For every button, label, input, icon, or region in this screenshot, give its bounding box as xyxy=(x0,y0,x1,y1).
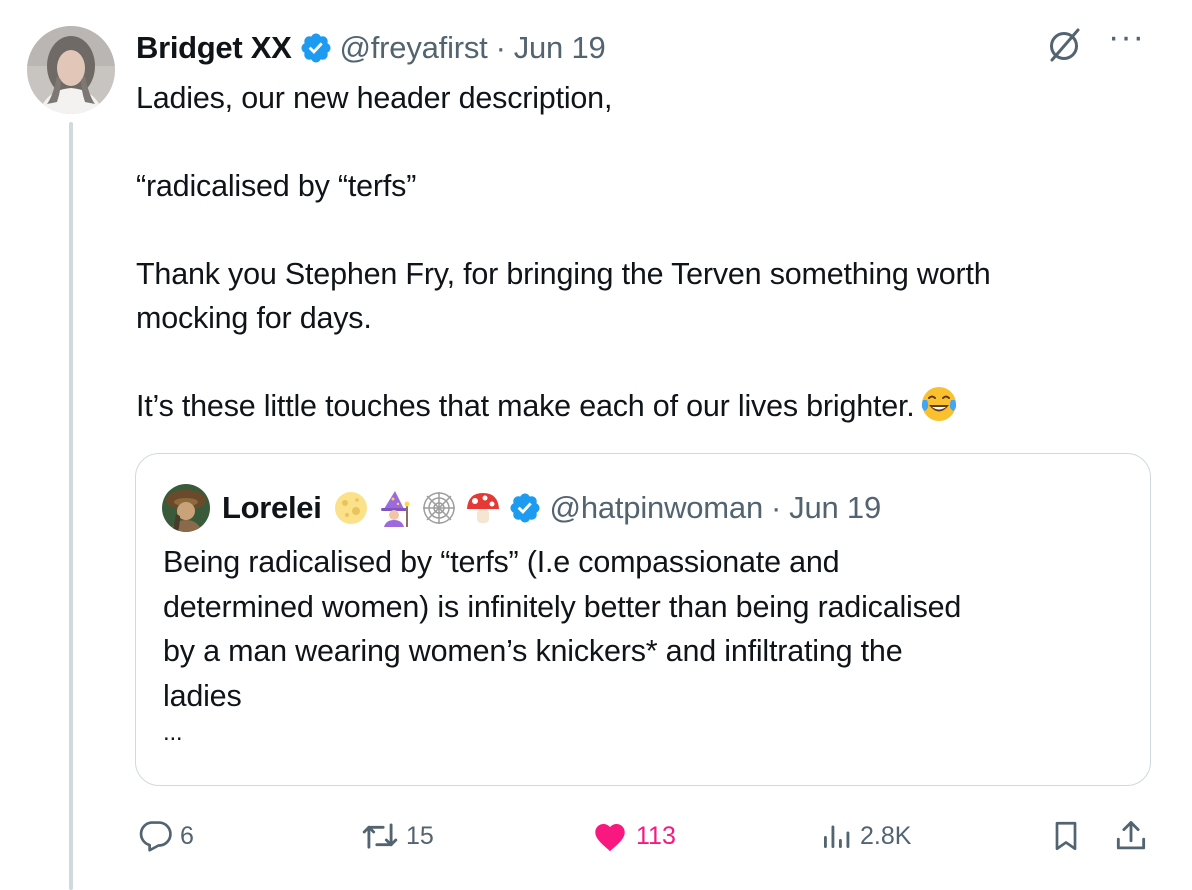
quoted-author-handle[interactable]: @hatpinwoman xyxy=(550,490,764,526)
mushroom-emoji-icon xyxy=(466,493,499,523)
analytics-icon xyxy=(824,825,850,848)
views-button[interactable]: 2.8K xyxy=(818,814,911,858)
share-icon xyxy=(1116,821,1146,850)
reply-button[interactable]: 6 xyxy=(136,814,194,858)
like-button[interactable]: 113 xyxy=(590,814,676,858)
like-count: 113 xyxy=(636,821,676,850)
repost-button[interactable]: 15 xyxy=(360,814,434,858)
header-separator: · xyxy=(495,30,506,65)
repost-count: 15 xyxy=(406,821,434,850)
tweet-line: Thank you Stephen Fry, for bringing the … xyxy=(136,257,991,291)
quoted-tweet-date[interactable]: Jun 19 xyxy=(789,490,881,526)
bookmark-icon xyxy=(1055,821,1077,851)
share-button[interactable] xyxy=(1112,814,1150,858)
tweet-line: “radicalised by “terfs” xyxy=(136,169,417,203)
reply-icon xyxy=(139,821,172,852)
quoted-tweet-text: Being radicalised by “terfs” (I.e compas… xyxy=(163,540,1133,748)
tweet-action-bar: 6 15 113 2.8K xyxy=(136,814,1151,858)
quoted-tweet-card[interactable]: Lorelei @hatpinwoman · Jun 19 Being radi… xyxy=(135,453,1151,786)
bookmark-button[interactable] xyxy=(1048,814,1084,858)
quoted-author-name[interactable]: Lorelei xyxy=(222,490,322,526)
quoted-line: determined women) is infinitely better t… xyxy=(163,589,962,624)
tweet-date[interactable]: Jun 19 xyxy=(514,30,606,66)
grok-icon[interactable] xyxy=(1044,24,1086,66)
repost-icon xyxy=(362,823,398,849)
tweet-line: Ladies, our new header description, xyxy=(136,81,613,115)
tweet-line-last: It’s these little touches that make each… xyxy=(136,384,1166,428)
quoted-tweet-header: Lorelei @hatpinwoman · Jun 19 xyxy=(162,484,881,532)
quoted-line: Being radicalised by “terfs” (I.e compas… xyxy=(163,545,840,579)
tweet-top-actions: ··· xyxy=(1044,20,1145,66)
reply-count: 6 xyxy=(180,821,194,850)
tears-of-joy-emoji-icon xyxy=(921,387,956,421)
moon-emoji-icon xyxy=(334,492,367,524)
thread-line xyxy=(69,122,73,890)
tweet-line: It’s these little touches that make each… xyxy=(136,389,915,423)
quoted-line: ladies xyxy=(163,678,242,713)
tweet-line: mocking for days. xyxy=(136,301,372,335)
author-name[interactable]: Bridget XX xyxy=(136,30,292,66)
author-handle[interactable]: @freyafirst xyxy=(339,30,487,66)
spider-web-emoji-icon xyxy=(422,492,455,524)
quoted-line: by a man wearing women’s knickers* and i… xyxy=(163,634,903,668)
tweet-header: Bridget XX @freyafirst · Jun 19 xyxy=(136,26,606,70)
tweet-text: Ladies, our new header description, “rad… xyxy=(136,76,1166,428)
quoted-author-avatar[interactable] xyxy=(162,484,210,532)
more-options-icon[interactable]: ··· xyxy=(1108,20,1145,54)
views-count: 2.8K xyxy=(860,821,912,850)
heart-icon xyxy=(595,823,625,852)
mage-emoji-icon xyxy=(380,491,410,527)
quoted-ellipsis: ... xyxy=(163,719,183,746)
verified-badge-icon xyxy=(301,33,331,63)
author-avatar[interactable] xyxy=(27,26,115,114)
verified-badge-icon xyxy=(510,493,540,523)
quoted-header-separator: · xyxy=(771,490,782,525)
